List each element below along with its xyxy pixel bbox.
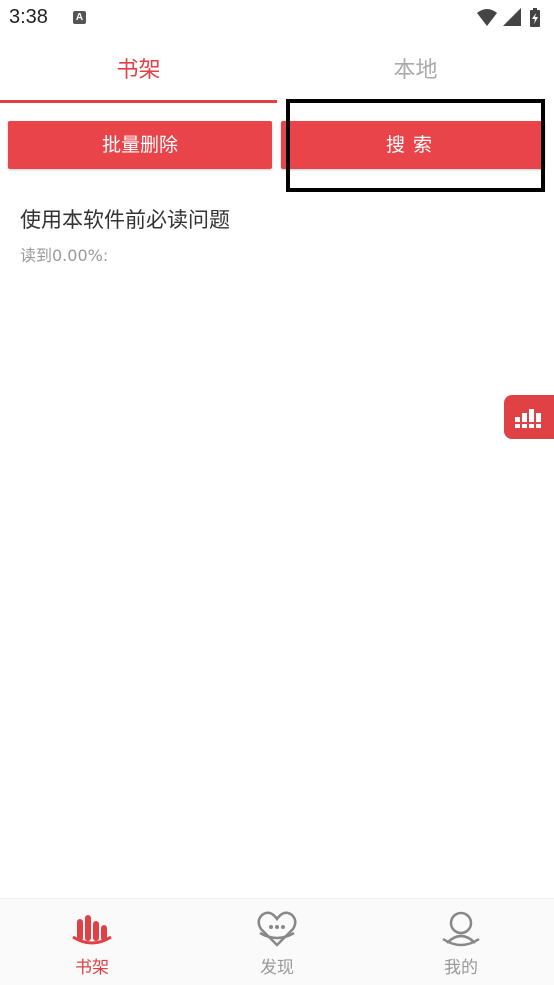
- signal-icon: [503, 8, 521, 26]
- status-icons: [475, 7, 545, 27]
- book-title: 使用本软件前必读问题: [20, 208, 230, 232]
- nav-item-bookshelf[interactable]: 书架: [0, 899, 184, 985]
- list-item[interactable]: 使用本软件前必读问题 读到0.00%:: [20, 200, 520, 266]
- bottom-nav: 书架 发现 我的: [0, 898, 554, 985]
- equalizer-icon: [515, 409, 541, 428]
- tab-bookshelf[interactable]: 书架: [0, 38, 277, 104]
- wifi-icon: [477, 9, 497, 26]
- top-tabs: 书架 本地: [0, 38, 554, 104]
- a-icon: A: [73, 11, 86, 24]
- user-icon: [442, 911, 480, 947]
- battery-charging-icon: [530, 8, 540, 27]
- status-time: 3:38: [9, 6, 48, 28]
- nav-label: 我的: [444, 958, 478, 978]
- status-bar: 3:38 A: [0, 0, 554, 38]
- batch-delete-button[interactable]: 批量删除: [8, 121, 272, 169]
- heart-smile-icon: [257, 911, 297, 947]
- nav-item-mine[interactable]: 我的: [369, 899, 553, 985]
- nav-label: 书架: [75, 958, 109, 978]
- nav-item-discover[interactable]: 发现: [185, 899, 369, 985]
- floating-menu-button[interactable]: [504, 395, 554, 439]
- tab-local[interactable]: 本地: [277, 38, 554, 104]
- bookshelf-icon: [72, 915, 112, 945]
- search-button[interactable]: 搜索: [281, 121, 545, 169]
- book-progress: 读到0.00%:: [20, 246, 109, 265]
- tab-indicator: [0, 100, 277, 103]
- nav-label: 发现: [260, 958, 294, 978]
